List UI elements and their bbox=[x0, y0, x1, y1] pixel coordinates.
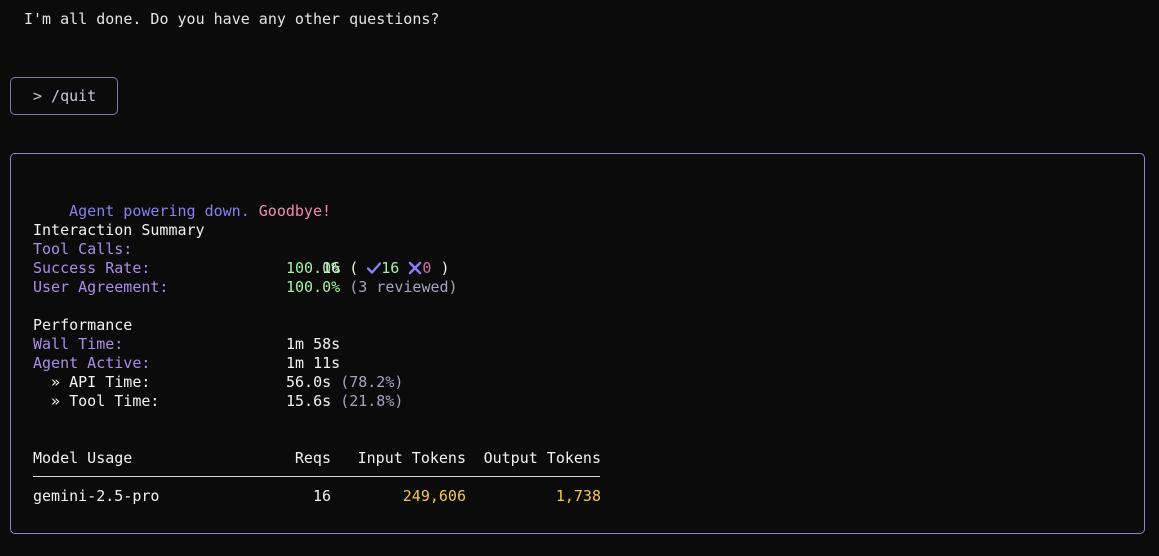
success-rate-label: Success Rate: bbox=[33, 259, 151, 277]
performance-heading: Performance bbox=[33, 316, 133, 334]
output-tokens-header: Output Tokens bbox=[483, 449, 601, 467]
user-agreement-percent: 100.0% bbox=[286, 278, 341, 296]
api-time-percent: (78.2%) bbox=[340, 373, 404, 391]
input-tokens-cell: 249,606 bbox=[402, 487, 466, 505]
tool-time-percent: (21.8%) bbox=[340, 392, 404, 410]
table-divider bbox=[33, 476, 600, 477]
powering-down-text: Agent powering down. bbox=[69, 202, 250, 220]
tool-time-seconds: 15.6s bbox=[286, 392, 332, 410]
assistant-message: I'm all done. Do you have any other ques… bbox=[24, 10, 440, 28]
api-time-value: 56.0s (78.2%) bbox=[286, 373, 403, 392]
reqs-header: Reqs bbox=[294, 449, 331, 467]
agent-active-value: 1m 11s bbox=[286, 354, 341, 372]
model-usage-header: Model Usage bbox=[33, 449, 133, 467]
agent-active-label: Agent Active: bbox=[33, 354, 151, 372]
tool-calls-label: Tool Calls: bbox=[33, 240, 133, 258]
api-time-label: » API Time: bbox=[33, 373, 151, 391]
tool-calls-close-paren: ) bbox=[440, 259, 450, 277]
tool-time-label: » Tool Time: bbox=[33, 392, 160, 410]
user-agreement-label: User Agreement: bbox=[33, 278, 169, 296]
reqs-cell: 16 bbox=[312, 487, 331, 505]
success-rate-value: 100.0% bbox=[286, 259, 341, 277]
user-agreement-value: 100.0% (3 reviewed) bbox=[286, 278, 458, 297]
tool-time-value: 15.6s (21.8%) bbox=[286, 392, 403, 411]
input-tokens-header: Input Tokens bbox=[357, 449, 466, 467]
user-command-text: > /quit bbox=[33, 87, 97, 105]
tool-calls-fail: 0 bbox=[422, 259, 432, 277]
interaction-summary-heading: Interaction Summary bbox=[33, 221, 205, 239]
x-icon bbox=[408, 261, 422, 275]
output-tokens-cell: 1,738 bbox=[555, 487, 601, 505]
model-name-cell: gemini-2.5-pro bbox=[33, 487, 160, 505]
user-agreement-note: (3 reviewed) bbox=[349, 278, 458, 296]
tool-calls-open-paren: ( bbox=[349, 259, 359, 277]
wall-time-value: 1m 58s bbox=[286, 335, 341, 353]
wall-time-label: Wall Time: bbox=[33, 335, 124, 353]
user-command-box: > /quit bbox=[10, 77, 118, 115]
goodbye-text: Goodbye! bbox=[258, 202, 332, 220]
session-summary-panel: Agent powering down. Goodbye! Interactio… bbox=[10, 153, 1145, 534]
check-icon bbox=[367, 260, 382, 274]
tool-calls-success: 16 bbox=[381, 259, 400, 277]
api-time-seconds: 56.0s bbox=[286, 373, 332, 391]
